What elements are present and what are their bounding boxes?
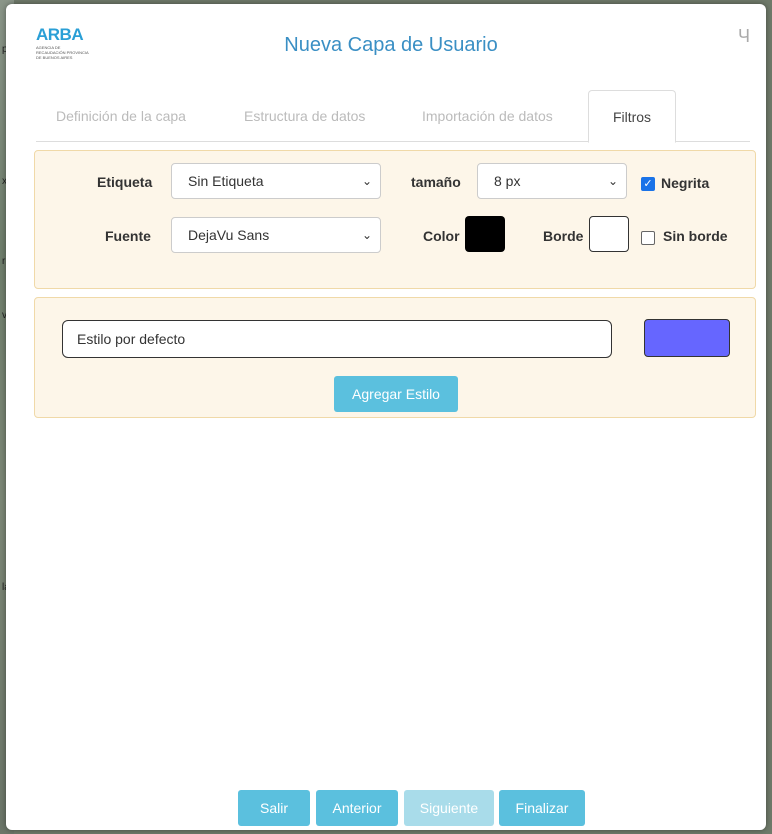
tamano-value: 8 px bbox=[494, 173, 521, 189]
new-user-layer-dialog: ARBA AGENCIA DE RECAUDACIÓN PROVINCIA DE… bbox=[6, 4, 766, 830]
tab-definicion[interactable]: Definición de la capa bbox=[56, 90, 186, 142]
font-color-swatch[interactable] bbox=[465, 216, 505, 252]
style-panel: Estilo por defecto Agregar Estilo bbox=[34, 297, 756, 418]
tab-filtros[interactable]: Filtros bbox=[588, 90, 676, 143]
close-icon[interactable]: Ч bbox=[738, 26, 750, 47]
style-name-field[interactable]: Estilo por defecto bbox=[62, 320, 612, 358]
chevron-down-icon: ⌄ bbox=[361, 228, 372, 242]
etiqueta-value: Sin Etiqueta bbox=[188, 173, 264, 189]
tab-estructura[interactable]: Estructura de datos bbox=[244, 90, 365, 142]
label-settings-panel: Etiqueta Sin Etiqueta ⌄ tamaño 8 px ⌄ ✓ … bbox=[34, 150, 756, 289]
etiqueta-label: Etiqueta bbox=[97, 174, 153, 190]
border-color-swatch[interactable] bbox=[589, 216, 629, 252]
chevron-down-icon: ⌄ bbox=[607, 174, 618, 188]
exit-button[interactable]: Salir bbox=[238, 790, 310, 826]
add-style-button[interactable]: Agregar Estilo bbox=[334, 376, 458, 412]
previous-button[interactable]: Anterior bbox=[316, 790, 398, 826]
etiqueta-select[interactable]: Sin Etiqueta ⌄ bbox=[171, 163, 381, 199]
next-button[interactable]: Siguiente bbox=[404, 790, 494, 826]
sin-borde-label: Sin borde bbox=[663, 228, 728, 244]
wizard-tabs: Definición de la capa Estructura de dato… bbox=[36, 90, 750, 143]
style-color-swatch[interactable] bbox=[644, 319, 730, 357]
negrita-checkbox[interactable]: ✓ bbox=[641, 177, 655, 191]
borde-label: Borde bbox=[543, 228, 584, 244]
tab-importacion[interactable]: Importación de datos bbox=[422, 90, 553, 142]
negrita-label: Negrita bbox=[661, 175, 710, 191]
sin-borde-checkbox[interactable] bbox=[641, 231, 655, 245]
tamano-label: tamaño bbox=[411, 174, 461, 190]
finish-button[interactable]: Finalizar bbox=[499, 790, 585, 826]
dialog-title: Nueva Capa de Usuario bbox=[284, 34, 498, 56]
chevron-down-icon: ⌄ bbox=[361, 174, 372, 188]
fuente-label: Fuente bbox=[105, 228, 151, 244]
color-label: Color bbox=[423, 228, 460, 244]
fuente-value: DejaVu Sans bbox=[188, 227, 270, 243]
fuente-select[interactable]: DejaVu Sans ⌄ bbox=[171, 217, 381, 253]
map-label: r bbox=[2, 256, 6, 267]
tamano-select[interactable]: 8 px ⌄ bbox=[477, 163, 627, 199]
